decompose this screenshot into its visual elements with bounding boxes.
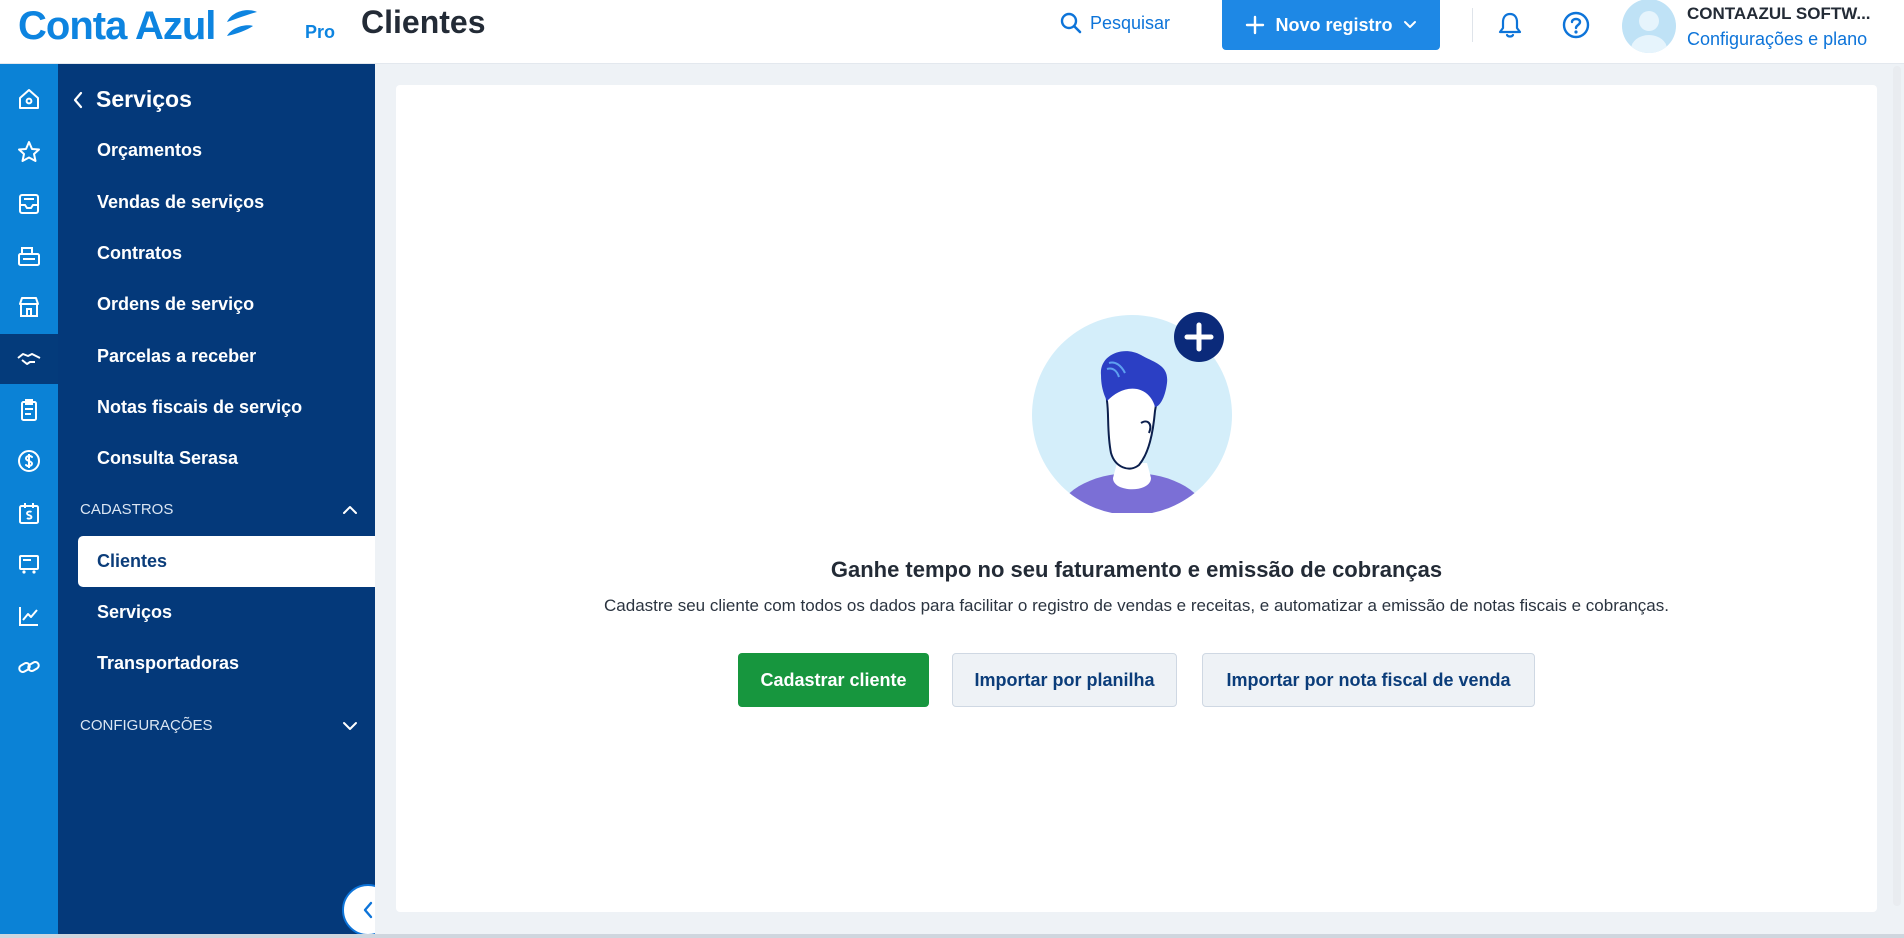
client-illustration	[1032, 312, 1232, 513]
logo-text: Conta Azul	[18, 3, 216, 48]
bell-icon	[1498, 12, 1522, 38]
link-icon	[18, 661, 40, 673]
chevron-down-icon	[343, 721, 357, 730]
menu-back-label: Serviços	[96, 86, 192, 112]
import-invoice-button[interactable]: Importar por nota fiscal de venda	[1202, 653, 1535, 707]
dollar-icon	[18, 450, 40, 472]
inbox-icon	[19, 194, 39, 214]
chevron-left-icon	[363, 901, 373, 919]
search-button[interactable]: Pesquisar	[1060, 8, 1170, 38]
top-header: Conta Azul Pro Clientes Pesquisar Novo r…	[0, 0, 1904, 64]
chevron-left-icon	[73, 91, 83, 108]
rail-services[interactable]	[0, 334, 58, 384]
rail-home[interactable]	[0, 74, 58, 124]
page-title: Clientes	[361, 4, 486, 40]
rail-inbox[interactable]	[0, 179, 58, 229]
chevron-down-icon	[1403, 21, 1416, 28]
menu-item-servicos[interactable]: Serviços	[97, 602, 172, 623]
section-configuracoes[interactable]: CONFIGURAÇÕES	[80, 717, 358, 734]
rail-integrations[interactable]	[0, 642, 58, 692]
new-record-label: Novo registro	[1275, 14, 1393, 35]
header-divider	[1472, 8, 1473, 42]
icon-rail	[0, 64, 58, 938]
menu-item-ordens-servico[interactable]: Ordens de serviço	[97, 294, 254, 315]
contaazul-logo[interactable]: Conta Azul	[18, 2, 259, 50]
rail-store[interactable]	[0, 282, 58, 332]
services-menu: Serviços Orçamentos Vendas de serviços C…	[58, 64, 375, 938]
company-name: CONTAAZUL SOFTW...	[1687, 4, 1871, 23]
section-configuracoes-label: CONFIGURAÇÕES	[80, 717, 213, 734]
menu-item-notas-fiscais[interactable]: Notas fiscais de serviço	[97, 397, 302, 418]
clipboard-icon	[21, 399, 37, 421]
chevron-up-icon	[343, 505, 357, 514]
settings-plan-link[interactable]: Configurações e plano	[1687, 29, 1867, 50]
rail-finance[interactable]	[0, 436, 58, 486]
section-cadastros-label: CADASTROS	[80, 501, 174, 518]
cart-icon	[19, 555, 39, 574]
cash-register-icon	[18, 247, 40, 266]
empty-state-title: Ganhe tempo no seu faturamento e emissão…	[830, 557, 1443, 582]
user-icon	[1631, 11, 1667, 53]
add-client-button[interactable]: Cadastrar cliente	[738, 653, 929, 707]
menu-item-contratos[interactable]: Contratos	[97, 243, 182, 264]
rail-billing[interactable]	[0, 488, 58, 538]
rail-favorites[interactable]	[0, 127, 58, 177]
help-button[interactable]	[1561, 10, 1591, 40]
menu-item-transportadoras[interactable]: Transportadoras	[97, 653, 239, 674]
rail-pos[interactable]	[0, 231, 58, 281]
notifications-button[interactable]	[1495, 10, 1525, 40]
plan-badge: Pro	[305, 22, 336, 42]
bottom-border	[0, 934, 1904, 938]
menu-item-orcamentos[interactable]: Orçamentos	[97, 140, 202, 161]
menu-item-clientes[interactable]: Clientes	[78, 536, 375, 587]
handshake-icon	[17, 353, 41, 365]
search-icon	[1060, 12, 1082, 34]
home-icon	[19, 89, 39, 109]
calendar-dollar-icon	[19, 503, 39, 524]
menu-item-vendas-servicos[interactable]: Vendas de serviços	[97, 192, 264, 213]
star-icon	[18, 141, 40, 162]
store-icon	[19, 297, 39, 317]
menu-item-consulta-serasa[interactable]: Consulta Serasa	[97, 448, 238, 469]
user-avatar[interactable]	[1622, 0, 1676, 53]
rail-purchases[interactable]	[0, 539, 58, 589]
empty-state-card: Ganhe tempo no seu faturamento e emissão…	[396, 85, 1877, 912]
question-circle-icon	[1562, 11, 1590, 39]
main-content: Ganhe tempo no seu faturamento e emissão…	[375, 64, 1904, 938]
rail-analytics[interactable]	[0, 591, 58, 641]
rail-reports[interactable]	[0, 385, 58, 435]
page-scrollbar[interactable]	[1893, 66, 1901, 906]
chart-icon	[19, 607, 38, 626]
import-spreadsheet-button[interactable]: Importar por planilha	[952, 653, 1177, 707]
empty-state-description: Cadastre seu cliente com todos os dados …	[604, 596, 1669, 615]
menu-item-parcelas-receber[interactable]: Parcelas a receber	[97, 346, 256, 367]
new-record-button[interactable]: Novo registro	[1222, 0, 1440, 50]
search-label: Pesquisar	[1090, 12, 1171, 33]
logo-mark-icon	[227, 10, 258, 36]
menu-back-button[interactable]: Serviços	[72, 86, 192, 113]
plus-icon	[1246, 15, 1265, 35]
section-cadastros[interactable]: CADASTROS	[80, 501, 358, 518]
